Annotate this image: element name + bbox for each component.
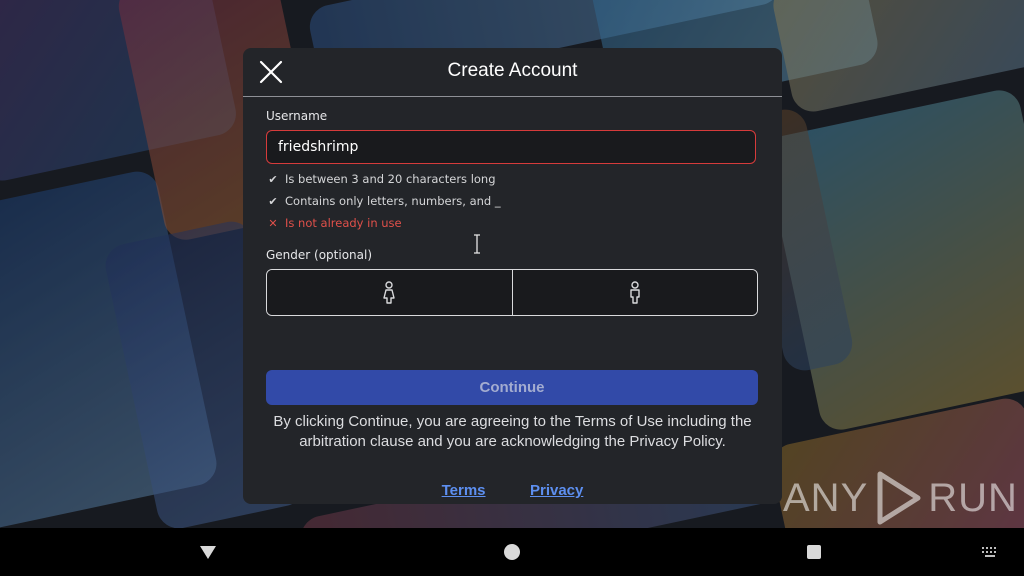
gender-selector [266, 269, 758, 316]
privacy-link[interactable]: Privacy [530, 482, 583, 499]
username-rule-availability: ✕ Is not already in use [266, 216, 401, 230]
username-rule-length: ✔ Is between 3 and 20 characters long [266, 172, 495, 186]
check-icon: ✔ [268, 172, 278, 186]
gender-female-button[interactable] [267, 270, 512, 315]
error-x-icon: ✕ [268, 216, 278, 230]
create-account-dialog: Create Account Username ✔ Is between 3 a… [243, 48, 782, 504]
gender-label: Gender (optional) [266, 248, 373, 262]
legal-links: Terms Privacy [243, 482, 782, 500]
home-circle-icon [504, 544, 520, 560]
nav-back-button[interactable] [178, 528, 238, 576]
text-cursor-icon [474, 234, 480, 254]
nav-keyboard-button[interactable] [960, 528, 1020, 576]
terms-link[interactable]: Terms [442, 482, 486, 499]
play-logo-icon [877, 471, 921, 525]
watermark: ANY RUN [783, 470, 1018, 526]
username-rule-characters: ✔ Contains only letters, numbers, and _ [266, 194, 500, 208]
username-input[interactable] [266, 130, 756, 164]
continue-button[interactable]: Continue [266, 370, 758, 405]
nav-home-button[interactable] [482, 528, 542, 576]
female-icon [383, 280, 395, 304]
back-triangle-icon [200, 546, 216, 559]
recents-square-icon [807, 545, 821, 559]
dialog-title: Create Account [447, 60, 578, 81]
legal-text: By clicking Continue, you are agreeing t… [273, 413, 752, 450]
keyboard-icon [982, 547, 996, 557]
username-label: Username [266, 109, 328, 123]
dialog-header: Create Account [243, 48, 782, 97]
android-navigation-bar [0, 528, 1024, 576]
gender-male-button[interactable] [511, 270, 757, 315]
check-icon: ✔ [268, 194, 278, 208]
male-icon [630, 280, 640, 304]
nav-recents-button[interactable] [784, 528, 844, 576]
